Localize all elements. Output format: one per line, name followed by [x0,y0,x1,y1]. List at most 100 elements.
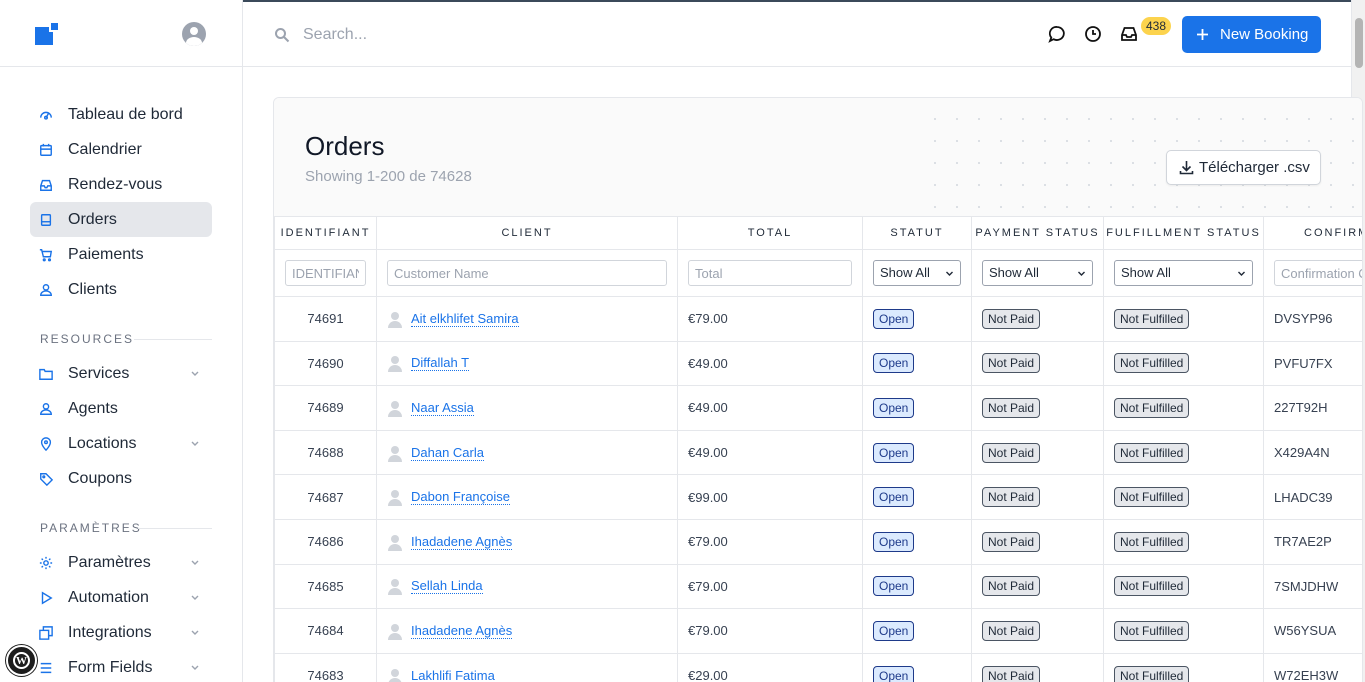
table-row[interactable]: 74687 Dabon Françoise €99.00 Open Not Paid No… [274,474,1362,520]
nav-item-coupons[interactable]: Coupons [30,461,212,496]
gear-icon [39,556,53,570]
chevron-down-icon[interactable] [190,557,200,567]
nav-item-calendrier[interactable]: Calendrier [30,132,212,167]
chevron-down-icon[interactable] [190,662,200,672]
column-header-total[interactable]: TOTAL [677,216,863,250]
column-header-status[interactable]: STATUT [862,216,972,250]
client-link[interactable]: Ait elkhlifet Samira [411,311,519,327]
client-cell: Sellah Linda [376,563,678,610]
table-row[interactable]: 74685 Sellah Linda €79.00 Open Not Paid Not F… [274,563,1362,610]
client-link[interactable]: Lakhlifi Fatima [411,668,495,682]
nav-item-integrations[interactable]: Integrations [30,615,212,650]
client-link[interactable]: Sellah Linda [411,578,483,595]
client-cell: Dahan Carla [376,429,678,476]
chevron-down-icon[interactable] [190,627,200,637]
column-header-id[interactable]: IDENTIFIANT [274,216,377,250]
chevron-down-icon[interactable] [190,368,200,378]
section-label-parametres: PARAMÈTRES [40,521,142,535]
client-avatar-icon [387,489,403,507]
folder-icon [39,368,53,380]
payment-cell: Not Paid [971,652,1104,682]
column-header-confirmation[interactable]: CONFIRMATION [1263,216,1362,250]
clock-icon[interactable] [1084,25,1102,43]
top-header: 438 New Booking [243,0,1351,67]
resources-nav: Services Agents Locations Coupons [30,356,212,496]
search-input[interactable] [303,22,703,48]
status-badge: Open [873,442,915,463]
nav-item-clients[interactable]: Clients [30,272,212,307]
client-link[interactable]: Diffallah T [411,355,470,372]
client-link[interactable]: Dahan Carla [411,445,484,461]
status-cell: Open [862,296,972,342]
confirmation-code: 227T92H [1263,385,1362,431]
filter-cell [376,249,678,297]
client-link[interactable]: Naar Assia [411,400,474,416]
chat-bubble-icon[interactable] [1048,25,1066,43]
download-icon [1179,161,1194,175]
fulfillment-status-badge: Not Fulfilled [1114,531,1190,552]
payment-cell: Not Paid [971,608,1104,654]
nav-item-paiements[interactable]: Paiements [30,237,212,272]
nav-item-form-fields[interactable]: Form Fields [30,650,212,682]
nav-item-tableau-de-bord[interactable]: Tableau de bord [30,97,212,132]
client-cell: Ait elkhlifet Samira [376,296,678,342]
status-badge: Open [873,397,915,418]
nav-item-orders[interactable]: Orders [30,202,212,237]
fulfillment-filter-select[interactable]: Show All [1114,260,1253,286]
chevron-down-icon[interactable] [190,438,200,448]
inbox-icon[interactable] [1120,25,1138,43]
play-icon [41,591,53,605]
status-cell: Open [862,474,972,520]
wordpress-icon[interactable]: W [6,645,37,676]
client-link[interactable]: Dabon Françoise [411,489,510,506]
confirmation-filter-input[interactable] [1274,260,1362,286]
sidebar-header [0,0,242,67]
table-row[interactable]: 74684 Ihadadene Agnès €79.00 Open Not Paid No… [274,608,1362,654]
client-link[interactable]: Ihadadene Agnès [411,623,513,639]
table-row[interactable]: 74689 Naar Assia €49.00 Open Not Paid Not Ful… [274,385,1362,431]
user-icon [40,284,52,296]
client-avatar-icon [387,534,403,551]
client-cell: Ihadadene Agnès [376,608,678,654]
nav-item-agents[interactable]: Agents [30,391,212,426]
table-header-row: IDENTIFIANT CLIENT TOTAL STATUT PAYMENT … [274,216,1362,250]
column-header-payment-status[interactable]: PAYMENT STATUS [971,216,1104,250]
table-row[interactable]: 74686 Ihadadene Agnès €79.00 Open Not Paid No… [274,518,1362,565]
client-cell: Lakhlifi Fatima [376,652,678,682]
scrollbar-thumb[interactable] [1355,18,1363,68]
nav-item-locations[interactable]: Locations [30,426,212,461]
table-row[interactable]: 74691 Ait elkhlifet Samira €79.00 Open Not P… [274,296,1362,342]
location-pin-icon [40,437,52,451]
status-filter-select[interactable]: Show All [873,260,961,286]
download-csv-button[interactable]: Télécharger .csv [1166,150,1321,185]
confirmation-code: TR7AE2P [1263,518,1362,565]
total-filter-input[interactable] [688,260,852,286]
column-header-fulfillment-status[interactable]: FULFILLMENT STATUS [1103,216,1264,250]
nav-item-automation[interactable]: Automation [30,580,212,615]
user-avatar[interactable] [182,22,206,46]
nav-item-label: Clients [68,280,117,298]
sidebar: Tableau de bord Calendrier Rendez-vous O… [0,0,243,682]
chevron-down-icon[interactable] [190,592,200,602]
table-row[interactable]: 74690 Diffallah T €49.00 Open Not Paid Not Fu… [274,340,1362,387]
payment-status-badge: Not Paid [982,531,1041,552]
id-filter-input[interactable] [285,260,366,286]
app-logo[interactable] [35,21,61,47]
nav-item-services[interactable]: Services [30,356,212,391]
order-total: €79.00 [677,608,863,654]
nav-item-label: Form Fields [68,658,153,676]
client-link[interactable]: Ihadadene Agnès [411,534,513,550]
column-header-client[interactable]: CLIENT [376,216,678,250]
nav-item-rendez-vous[interactable]: Rendez-vous [30,167,212,202]
download-csv-label: Télécharger .csv [1199,159,1310,176]
table-row[interactable]: 74688 Dahan Carla €49.00 Open Not Paid Not Fu… [274,429,1362,476]
confirmation-code: 7SMJDHW [1263,563,1362,610]
table-row[interactable]: 74683 Lakhlifi Fatima €29.00 Open Not Paid No… [274,652,1362,682]
customer-filter-input[interactable] [387,260,667,286]
payment-filter-select[interactable]: Show All [982,260,1093,286]
order-id: 74691 [274,296,377,342]
nav-item-parametres[interactable]: Paramètres [30,545,212,580]
new-booking-button[interactable]: New Booking [1182,16,1321,53]
filter-cell [274,249,377,297]
client-info: Ait elkhlifet Samira [387,311,667,328]
